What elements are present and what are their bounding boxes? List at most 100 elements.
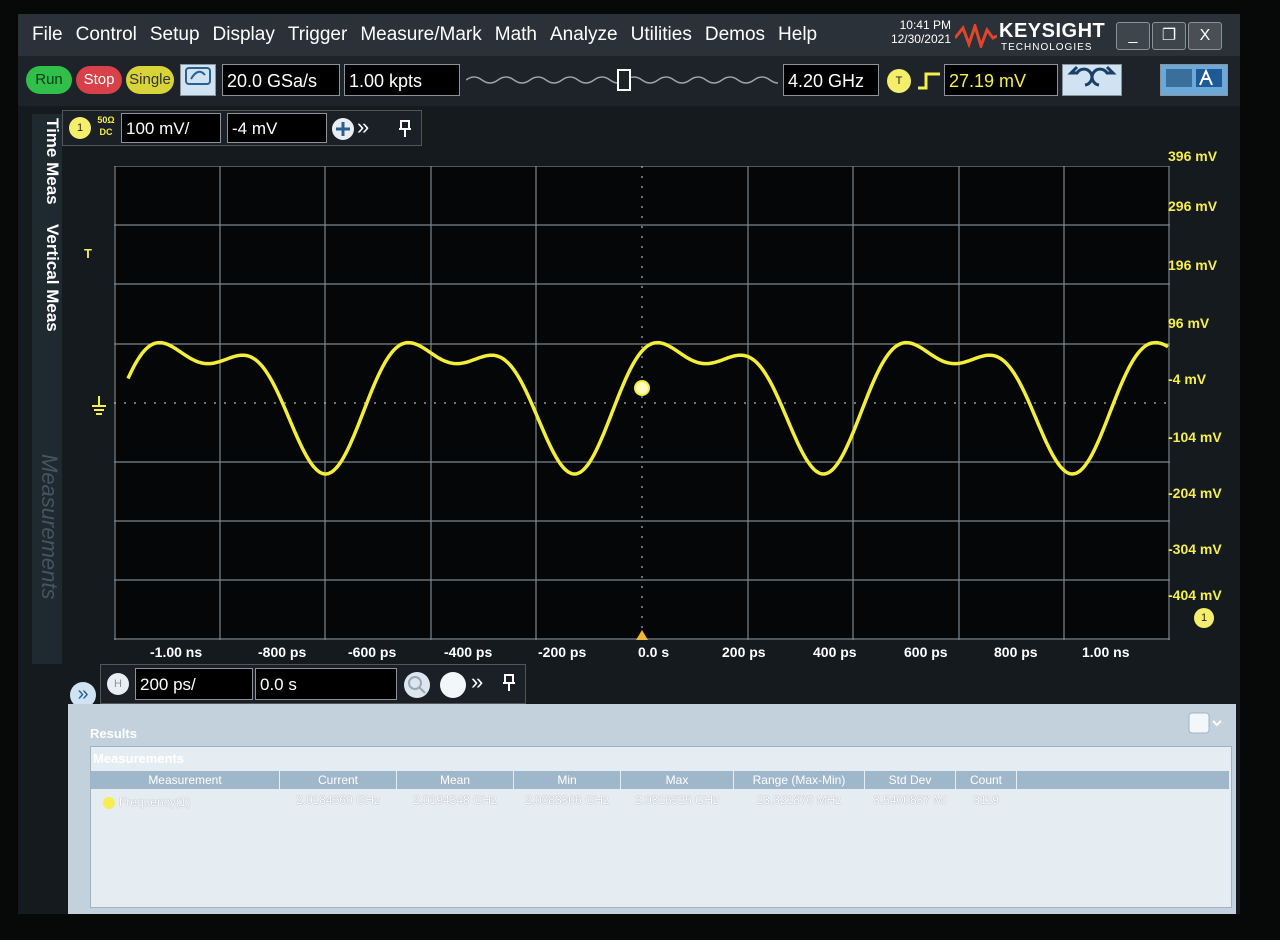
tab-measurements[interactable]: Measurements	[32, 454, 62, 600]
menu-measure-mark[interactable]: Measure/Mark	[360, 24, 481, 46]
horizontal-pin-icon[interactable]	[501, 673, 517, 693]
cell-count: 3119	[973, 793, 999, 807]
channel-scale-field[interactable]: 100 mV/	[121, 113, 221, 143]
brand-sub: TECHNOLOGIES	[1001, 42, 1093, 53]
col-range[interactable]: Range (Max-Min)	[734, 771, 865, 789]
add-channel-icon[interactable]	[331, 117, 355, 141]
col-current[interactable]: Current	[280, 771, 397, 789]
channel-coupling: 50Ω DC	[95, 114, 117, 138]
menu-trigger[interactable]: Trigger	[288, 24, 347, 46]
waveform-graticule[interactable]	[114, 165, 1170, 640]
col-empty	[1017, 771, 1230, 789]
memory-depth-field[interactable]: 1.00 kpts	[344, 64, 460, 96]
tab-time-meas[interactable]: Time Meas	[32, 118, 62, 205]
undo-redo-buttons[interactable]	[1062, 64, 1122, 96]
y-label-3: 196 mV	[1168, 257, 1218, 273]
autoscale-button[interactable]	[180, 64, 216, 96]
x-label-1: -1.00 ns	[150, 644, 203, 660]
trigger-badge: T	[887, 69, 911, 93]
minimize-button[interactable]: _	[1116, 22, 1150, 50]
y-label-2: 296 mV	[1168, 198, 1218, 214]
x-label-3: -600 ps	[348, 644, 397, 660]
restore-button[interactable]: ❐	[1152, 22, 1186, 50]
graticule-svg	[114, 165, 1170, 640]
y-label-4: 96 mV	[1168, 315, 1210, 331]
menu-setup[interactable]: Setup	[150, 24, 200, 46]
trigger-level-marker[interactable]: T	[84, 246, 92, 261]
col-max[interactable]: Max	[621, 771, 734, 789]
x-label-6: 0.0 s	[638, 644, 670, 660]
timebase-scale-field[interactable]: 200 ps/	[135, 668, 253, 700]
x-label-11: 1.00 ns	[1082, 644, 1130, 660]
horizontal-add-icon[interactable]	[439, 671, 467, 699]
expand-chevron-icon[interactable]: »	[357, 114, 369, 140]
x-label-9: 600 ps	[904, 644, 948, 660]
menu-help[interactable]: Help	[778, 24, 817, 46]
cell-max: 2.0316525 GHz	[634, 793, 720, 807]
channel-scale-badge[interactable]: 1	[1194, 608, 1214, 628]
ground-reference-icon[interactable]	[90, 394, 108, 420]
autoscale-icon	[185, 67, 211, 85]
menu-analyze[interactable]: Analyze	[550, 24, 618, 46]
pin-icon[interactable]	[397, 119, 413, 139]
menu-utilities[interactable]: Utilities	[631, 24, 692, 46]
menu-control[interactable]: Control	[76, 24, 137, 46]
undo-redo-icon	[1067, 65, 1117, 87]
y-label-9: -404 mV	[1168, 587, 1222, 603]
stop-button[interactable]: Stop	[76, 66, 122, 94]
clock-time: 10:41 PM	[899, 18, 951, 32]
menu-file[interactable]: File	[32, 24, 63, 46]
rising-edge-icon	[918, 72, 940, 90]
results-settings-icon[interactable]	[1188, 712, 1222, 734]
col-std-dev[interactable]: Std Dev	[865, 771, 956, 789]
y-label-8: -304 mV	[1168, 541, 1222, 557]
cell-min: 2.0083306 GHz	[524, 793, 610, 807]
col-count[interactable]: Count	[956, 771, 1017, 789]
col-min[interactable]: Min	[514, 771, 621, 789]
channel-impedance: 50Ω	[97, 115, 115, 125]
single-button[interactable]: Single	[126, 66, 174, 94]
close-button[interactable]: X	[1188, 22, 1222, 50]
trace-color-dot	[103, 797, 115, 809]
trigger-point-marker	[634, 380, 650, 396]
display-mode-icon	[1166, 68, 1222, 87]
menu-demos[interactable]: Demos	[705, 24, 765, 46]
menu-list: File Control Setup Display Trigger Measu…	[32, 24, 830, 46]
waveform-overview[interactable]	[465, 68, 787, 92]
col-measurement[interactable]: Measurement	[91, 771, 280, 789]
zoom-icon[interactable]	[403, 671, 431, 699]
run-button[interactable]: Run	[26, 66, 72, 94]
channel-1-trace	[126, 340, 1169, 476]
time-reference-marker	[636, 630, 648, 640]
x-label-2: -800 ps	[258, 644, 307, 660]
clock-date: 12/30/2021	[890, 32, 951, 46]
keysight-wave-icon	[955, 24, 997, 48]
trigger-level-field[interactable]: 27.19 mV	[944, 64, 1058, 96]
x-label-7: 200 ps	[722, 644, 766, 660]
scope-screen: File Control Setup Display Trigger Measu…	[18, 14, 1240, 914]
col-mean[interactable]: Mean	[397, 771, 514, 789]
measurements-subtitle: Measurements	[93, 751, 185, 766]
horizontal-expand-icon[interactable]: »	[471, 669, 483, 695]
menu-math[interactable]: Math	[495, 24, 537, 46]
horizontal-badge[interactable]: H	[107, 673, 129, 695]
channel-1-controls: 1 50Ω DC 100 mV/ -4 mV »	[62, 110, 422, 146]
tab-vertical-meas[interactable]: Vertical Meas	[32, 224, 62, 332]
sample-rate-field[interactable]: 20.0 GSa/s	[222, 64, 340, 96]
bandwidth-field[interactable]: 4.20 GHz	[783, 64, 879, 96]
timebase-position-field[interactable]: 0.0 s	[255, 668, 397, 700]
channel-offset-field[interactable]: -4 mV	[227, 113, 327, 143]
side-tabs: Time Meas Vertical Meas Measurements	[32, 114, 62, 664]
keysight-logo: KEYSIGHT TECHNOLOGIES	[955, 18, 1105, 54]
menu-display[interactable]: Display	[213, 24, 275, 46]
y-label-1: 396 mV	[1168, 148, 1218, 164]
y-label-6: -104 mV	[1168, 429, 1222, 445]
channel-coupling-mode: DC	[99, 127, 113, 137]
brand-name: KEYSIGHT	[999, 20, 1106, 42]
clock: 10:41 PM 12/30/2021	[873, 18, 951, 46]
results-title: Results	[90, 726, 137, 741]
cell-mean: 2.0194348 GHz	[412, 793, 498, 807]
display-mode-button[interactable]	[1160, 64, 1228, 96]
x-label-4: -400 ps	[444, 644, 493, 660]
channel-number-badge[interactable]: 1	[69, 117, 91, 139]
